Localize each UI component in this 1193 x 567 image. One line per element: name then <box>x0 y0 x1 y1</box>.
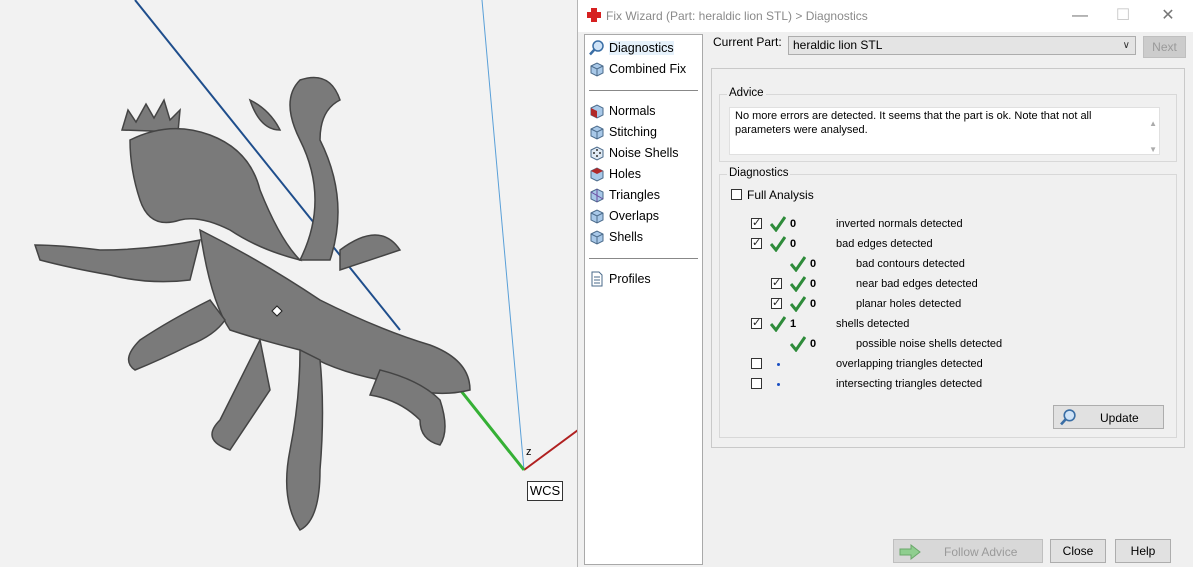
maximize-button[interactable]: ☐ <box>1113 6 1133 26</box>
z-axis-line <box>481 0 525 471</box>
advice-text: No more errors are detected. It seems th… <box>735 110 1092 136</box>
row-label: bad edges detected <box>836 238 933 250</box>
magnifier-icon <box>589 40 604 56</box>
nav-item-combined-fix[interactable]: Combined Fix <box>589 59 686 79</box>
row-count: 0 <box>810 338 817 350</box>
row-label: overlapping triangles detected <box>836 358 983 370</box>
close-window-button[interactable]: ✕ <box>1158 6 1178 26</box>
advice-group-label: Advice <box>727 87 766 99</box>
bad-edges-checkbox[interactable] <box>751 236 762 249</box>
nav-label: Overlaps <box>609 209 660 223</box>
scene-svg <box>33 0 578 531</box>
shells-checkbox[interactable] <box>751 316 762 329</box>
nav-item-noise-shells[interactable]: Noise Shells <box>589 143 678 163</box>
row-label: shells detected <box>836 318 910 330</box>
cube-icon <box>590 230 604 245</box>
wcs-label: WCS <box>527 481 563 501</box>
check-ok-icon <box>770 316 786 332</box>
cube-icon <box>590 125 604 140</box>
nav-label: Shells <box>609 230 644 244</box>
current-part-select[interactable]: heraldic lion STL ∨ <box>788 36 1136 55</box>
window-title: Fix Wizard (Part: heraldic lion STL) > D… <box>606 9 868 23</box>
nav-item-shells[interactable]: Shells <box>589 227 643 247</box>
nav-label: Diagnostics <box>609 41 674 55</box>
help-button[interactable]: Help <box>1115 539 1171 563</box>
check-ok-icon <box>790 276 806 292</box>
nav-item-profiles[interactable]: Profiles <box>589 269 651 289</box>
follow-advice-label: Follow Advice <box>944 545 1018 559</box>
scroll-arrows-icon[interactable]: ▲ ▼ <box>1149 111 1157 163</box>
3d-viewport[interactable]: z WCS <box>0 0 578 567</box>
nav-item-stitching[interactable]: Stitching <box>589 122 657 142</box>
row-label: intersecting triangles detected <box>836 378 983 390</box>
arrow-right-icon <box>899 544 921 560</box>
nav-item-diagnostics[interactable]: Diagnostics <box>589 38 674 58</box>
fix-wizard-dialog: Fix Wizard (Part: heraldic lion STL) > D… <box>577 0 1193 567</box>
check-ok-icon <box>790 256 806 272</box>
title-bar[interactable]: Fix Wizard (Part: heraldic lion STL) > D… <box>578 0 1193 32</box>
cube-icon <box>590 209 604 224</box>
nav-item-normals[interactable]: Normals <box>589 101 656 121</box>
row-count: 0 <box>810 298 817 310</box>
check-ok-icon <box>770 236 786 252</box>
cube-red-face-icon <box>590 104 604 119</box>
overlapping-triangles-checkbox[interactable] <box>751 358 762 369</box>
cube-triangle-icon <box>590 188 604 203</box>
follow-advice-button[interactable]: Follow Advice <box>893 539 1043 563</box>
nav-label: Triangles <box>609 188 660 202</box>
nav-item-holes[interactable]: Holes <box>589 164 641 184</box>
row-label: planar holes detected <box>856 298 962 310</box>
full-analysis-label: Full Analysis <box>747 188 814 202</box>
close-button[interactable]: Close <box>1050 539 1106 563</box>
minimize-button[interactable]: — <box>1070 6 1090 26</box>
nav-label: Combined Fix <box>609 62 687 76</box>
intersecting-triangles-checkbox[interactable] <box>751 378 762 389</box>
cube-icon <box>590 62 604 77</box>
planar-holes-checkbox[interactable] <box>771 296 782 309</box>
nav-label: Normals <box>609 104 656 118</box>
row-label: near bad edges detected <box>856 278 978 290</box>
update-label: Update <box>1100 411 1139 425</box>
nav-label: Profiles <box>609 272 651 286</box>
document-icon <box>591 271 603 287</box>
chevron-down-icon: ∨ <box>1122 40 1130 51</box>
nav-label: Noise Shells <box>609 146 679 160</box>
x-axis-line <box>523 429 578 471</box>
wizard-nav: Diagnostics Combined Fix Normals Stitchi… <box>584 34 703 565</box>
row-count: 0 <box>810 258 817 270</box>
check-ok-icon <box>770 216 786 232</box>
row-count: 0 <box>790 218 797 230</box>
row-label: possible noise shells detected <box>856 338 1003 350</box>
nav-label: Stitching <box>609 125 657 139</box>
advice-text-box[interactable]: No more errors are detected. It seems th… <box>729 107 1160 155</box>
next-button[interactable]: Next <box>1143 36 1186 58</box>
red-cross-icon <box>587 8 601 22</box>
nav-divider <box>589 90 698 91</box>
cube-hole-icon <box>590 167 604 182</box>
row-label: inverted normals detected <box>836 218 963 230</box>
row-label: bad contours detected <box>856 258 965 270</box>
magnifier-icon <box>1060 409 1076 426</box>
nav-label: Holes <box>609 167 641 181</box>
current-part-value: heraldic lion STL <box>793 38 883 52</box>
row-count: 0 <box>810 278 817 290</box>
full-analysis-checkbox[interactable] <box>731 189 742 200</box>
diagnostics-group-label: Diagnostics <box>727 167 791 179</box>
row-count: 0 <box>790 238 797 250</box>
check-ok-icon <box>790 296 806 312</box>
pending-dot-icon <box>777 383 780 386</box>
axis-z-label: z <box>526 446 532 458</box>
row-count: 1 <box>790 318 797 330</box>
inverted-normals-checkbox[interactable] <box>751 216 762 229</box>
current-part-label: Current Part: <box>713 35 782 49</box>
dotted-cube-icon <box>590 146 604 161</box>
near-bad-edges-checkbox[interactable] <box>771 276 782 289</box>
check-ok-icon <box>790 336 806 352</box>
pending-dot-icon <box>777 363 780 366</box>
nav-item-overlaps[interactable]: Overlaps <box>589 206 659 226</box>
nav-item-triangles[interactable]: Triangles <box>589 185 660 205</box>
nav-divider <box>589 258 698 259</box>
update-button[interactable]: Update <box>1053 405 1164 429</box>
